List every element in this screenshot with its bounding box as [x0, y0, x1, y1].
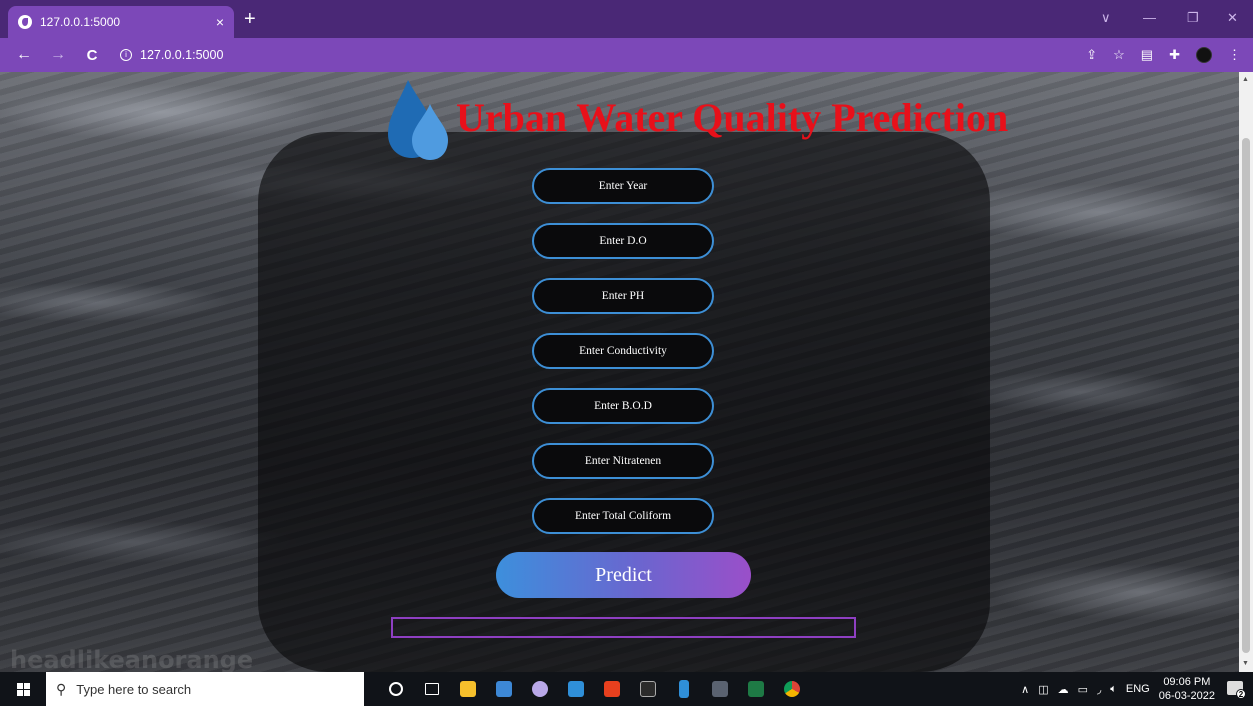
notification-count: 2: [1236, 689, 1246, 699]
page-viewport: headlikeanorange Urban Water Quality Pre…: [0, 72, 1239, 672]
watermark-text: headlikeanorange: [10, 646, 254, 672]
battery-icon[interactable]: ▭: [1078, 683, 1088, 696]
chrome-icon[interactable]: [774, 672, 810, 706]
browser-tab[interactable]: 127.0.0.1:5000 ×: [8, 6, 234, 38]
remote-desktop-icon[interactable]: [702, 672, 738, 706]
windows-taskbar: ⚲ Type here to search ∧ ◫ ☁ ▭ ◞ 🔈︎ ENG 0…: [0, 672, 1253, 706]
search-icon: ⚲: [56, 680, 67, 697]
menu-icon[interactable]: ⋮: [1228, 47, 1241, 63]
prediction-result-box: [391, 617, 856, 638]
new-tab-button[interactable]: +: [244, 8, 256, 30]
system-tray: ∧ ◫ ☁ ▭ ◞ 🔈︎ ENG 09:06 PM 06-03-2022: [1021, 672, 1215, 706]
windows-logo-icon: [16, 682, 30, 696]
file-explorer-icon[interactable]: [450, 672, 486, 706]
share-icon[interactable]: ⇪: [1086, 47, 1097, 63]
water-drop-icon: [388, 80, 448, 160]
back-button[interactable]: ←: [14, 46, 34, 64]
bod-input[interactable]: Enter B.O.D: [532, 388, 714, 424]
globe-icon: [18, 15, 32, 29]
taskbar-apps: [378, 672, 810, 706]
tab-title: 127.0.0.1:5000: [40, 15, 121, 29]
microsoft-store-icon[interactable]: [486, 672, 522, 706]
clock-date: 06-03-2022: [1158, 690, 1215, 702]
ph-input[interactable]: Enter PH: [532, 278, 714, 314]
scrollbar-thumb[interactable]: [1242, 138, 1250, 653]
close-window-button[interactable]: ✕: [1227, 10, 1238, 26]
browser-tab-bar: 127.0.0.1:5000 × + ∨ — ❐ ✕: [0, 0, 1253, 38]
cortana-icon[interactable]: [378, 672, 414, 706]
clock-time: 09:06 PM: [1163, 676, 1211, 688]
tab-search-icon[interactable]: ∨: [1101, 10, 1111, 26]
total-coliform-input[interactable]: Enter Total Coliform: [532, 498, 714, 534]
reload-button[interactable]: C: [82, 47, 102, 64]
forward-button[interactable]: →: [48, 46, 68, 64]
task-view-icon[interactable]: [414, 672, 450, 706]
search-placeholder: Type here to search: [76, 681, 192, 697]
phone-icon[interactable]: [666, 672, 702, 706]
taskbar-search-box[interactable]: ⚲ Type here to search: [46, 672, 364, 706]
predict-button[interactable]: Predict: [496, 552, 751, 598]
photos-icon[interactable]: [558, 672, 594, 706]
extensions-icon[interactable]: ✚: [1169, 47, 1180, 63]
page-title: Urban Water Quality Prediction: [456, 95, 1009, 140]
onedrive-icon[interactable]: ☁: [1058, 683, 1069, 696]
scroll-down-arrow-icon[interactable]: ▼: [1242, 660, 1249, 667]
paint-icon[interactable]: [522, 672, 558, 706]
toolbar-actions: ⇪ ☆ ▤ ✚ ⋮: [1086, 38, 1241, 72]
address-bar[interactable]: i 127.0.0.1:5000: [120, 48, 223, 62]
minimize-button[interactable]: —: [1143, 10, 1156, 25]
scroll-up-arrow-icon[interactable]: ▲: [1242, 76, 1249, 83]
show-hidden-icons-icon[interactable]: ∧: [1021, 683, 1029, 696]
tab-close-icon[interactable]: ×: [216, 14, 224, 30]
site-info-icon[interactable]: i: [120, 49, 132, 61]
browser-toolbar: ← → C i 127.0.0.1:5000 ⇪ ☆ ▤ ✚ ⋮: [0, 38, 1253, 72]
conductivity-input[interactable]: Enter Conductivity: [532, 333, 714, 369]
notification-center-icon[interactable]: 2: [1227, 681, 1246, 699]
office-icon[interactable]: [594, 672, 630, 706]
do-input[interactable]: Enter D.O: [532, 223, 714, 259]
url-text: 127.0.0.1:5000: [140, 48, 224, 62]
bookmark-star-icon[interactable]: ☆: [1113, 47, 1125, 63]
profile-avatar[interactable]: [1196, 47, 1212, 63]
meet-now-icon[interactable]: ◫: [1038, 683, 1048, 696]
language-indicator[interactable]: ENG: [1126, 683, 1150, 695]
page-scrollbar[interactable]: ▲ ▼: [1239, 72, 1253, 672]
clock[interactable]: 09:06 PM 06-03-2022: [1159, 675, 1215, 703]
start-button[interactable]: [0, 672, 46, 706]
reading-list-icon[interactable]: ▤: [1141, 47, 1153, 63]
year-input[interactable]: Enter Year: [532, 168, 714, 204]
volume-icon[interactable]: 🔈︎: [1110, 683, 1117, 696]
nitratenen-input[interactable]: Enter Nitratenen: [532, 443, 714, 479]
excel-icon[interactable]: [738, 672, 774, 706]
restore-button[interactable]: ❐: [1187, 10, 1199, 26]
terminal-icon[interactable]: [630, 672, 666, 706]
wifi-icon[interactable]: ◞: [1097, 683, 1101, 696]
